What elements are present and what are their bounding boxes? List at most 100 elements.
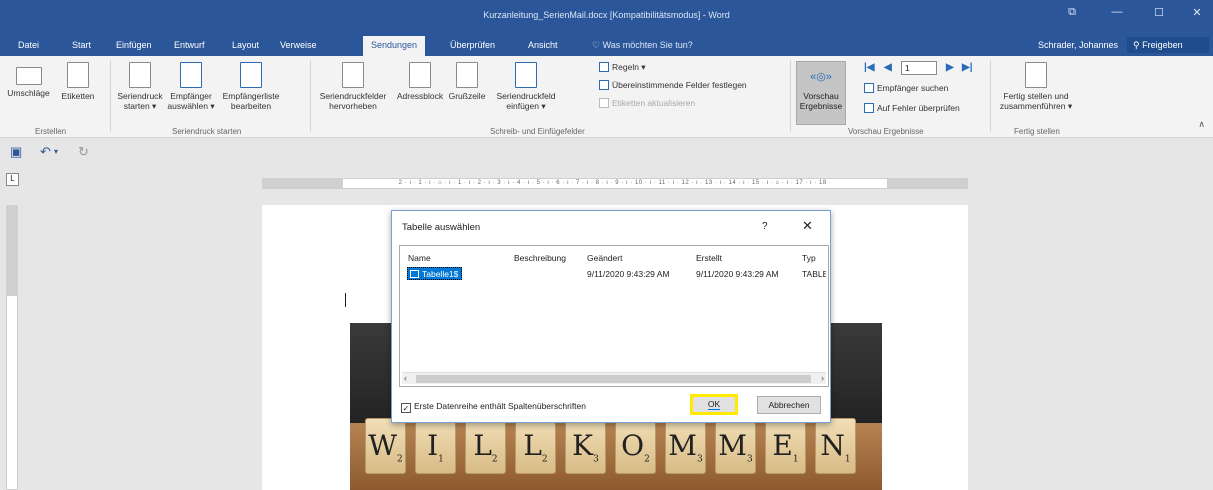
help-button[interactable]: ?	[762, 221, 768, 232]
auf-fehler-ueberpruefen-button[interactable]: Auf Fehler überprüfen	[864, 103, 960, 113]
column-header-erstellt[interactable]: Erstellt	[696, 253, 722, 263]
tab-datei[interactable]: Datei	[10, 36, 47, 56]
tile-score: 3	[696, 454, 703, 465]
collapse-ribbon-icon[interactable]: ∧	[1198, 119, 1205, 130]
vertical-ruler[interactable]	[6, 205, 18, 490]
horizontal-ruler[interactable]: 2 · ı · 1 · ı · ⌂ · ı · 1 · ı · 2 · ı · …	[262, 178, 968, 189]
next-record-icon[interactable]: ▶	[946, 62, 954, 73]
address-block-icon	[409, 62, 431, 88]
save-icon[interactable]: ▣	[10, 144, 22, 160]
table-row-selected[interactable]: Tabelle1$	[407, 267, 463, 280]
letter-tile: L2	[465, 418, 506, 474]
row-geaendert: 9/11/2020 9:43:29 AM	[587, 269, 670, 279]
undo-icon[interactable]: ↶	[40, 144, 51, 160]
etiketten-button[interactable]: Etiketten	[55, 62, 101, 101]
column-header-beschreibung[interactable]: Beschreibung	[514, 253, 566, 263]
tile-score: 1	[844, 454, 851, 465]
umschlaege-button[interactable]: Umschläge	[6, 62, 51, 98]
grusszeile-button[interactable]: Grußzeile	[446, 62, 488, 101]
tab-ueberpruefen[interactable]: Überprüfen	[442, 36, 503, 56]
group-label-seriendruck-starten: Seriendruck starten	[172, 127, 242, 136]
minimize-button[interactable]: —	[1097, 6, 1137, 18]
ruler-top-margin	[7, 206, 17, 296]
find-recipient-icon	[864, 83, 874, 93]
share-button[interactable]: ⚲ Freigeben	[1127, 37, 1209, 53]
dialog-title: Tabelle auswählen	[402, 222, 481, 233]
update-labels-icon	[599, 98, 609, 108]
greeting-line-icon	[456, 62, 478, 88]
tile-score: 2	[397, 454, 403, 465]
column-header-name[interactable]: Name	[408, 253, 431, 263]
divider	[790, 60, 791, 132]
tab-verweise[interactable]: Verweise	[272, 36, 325, 56]
regeln-button[interactable]: Regeln ▾	[599, 62, 646, 73]
column-header-typ[interactable]: Typ	[802, 253, 816, 263]
scrollbar-thumb[interactable]	[416, 375, 811, 383]
letter-tile: W2	[365, 418, 406, 474]
scroll-left-icon[interactable]: ‹	[404, 373, 407, 383]
seriendruck-starten-button[interactable]: Seriendruck starten ▾	[116, 62, 164, 111]
ribbon-tabs: Datei Start Einfügen Entwurf Layout Verw…	[0, 33, 1213, 56]
uebereinstimmende-felder-button[interactable]: Übereinstimmende Felder festlegen	[599, 80, 747, 90]
checkbox-checked-icon[interactable]: ✓	[401, 403, 411, 413]
ruler-ticks: 2 · ı · 1 · ı · ⌂ · ı · 1 · ı · 2 · ı · …	[398, 180, 832, 186]
empfaengerliste-bearbeiten-button[interactable]: Empfängerliste bearbeiten	[218, 62, 284, 111]
group-label-schreib-einfuegefelder: Schreib- und Einfügefelder	[490, 127, 585, 136]
tile-score: 1	[438, 454, 444, 465]
scroll-right-icon[interactable]: ›	[821, 373, 824, 383]
tile-score: 2	[541, 454, 548, 465]
maximize-button[interactable]: ☐	[1139, 6, 1179, 19]
ribbon-display-icon[interactable]: ⧉	[1052, 6, 1092, 19]
table-list[interactable]: Name Beschreibung Geändert Erstellt Typ …	[399, 245, 829, 387]
header-row-checkbox[interactable]: ✓ Erste Datenreihe enthält Spaltenübersch…	[401, 401, 586, 413]
ribbon: Umschläge Etiketten Erstellen Seriendruc…	[0, 56, 1213, 138]
cancel-button[interactable]: Abbrechen	[757, 396, 821, 414]
etiketten-aktualisieren-button: Etiketten aktualisieren	[599, 98, 695, 108]
last-record-icon[interactable]: ▶|	[962, 62, 973, 73]
record-number-input[interactable]: 1	[901, 61, 937, 75]
fertig-stellen-button[interactable]: Fertig stellen und zusammenführen ▾	[996, 62, 1076, 111]
first-record-icon[interactable]: |◀	[864, 62, 875, 73]
seriendruckfelder-hervorheben-button[interactable]: Seriendruckfelder hervorheben	[313, 62, 393, 111]
empfaenger-auswaehlen-button[interactable]: Empfänger auswählen ▾	[166, 62, 216, 111]
previous-record-icon[interactable]: ◀	[884, 62, 892, 73]
redo-icon[interactable]: ↻	[78, 144, 89, 160]
empfaenger-suchen-button[interactable]: Empfänger suchen	[864, 83, 948, 93]
table-icon	[410, 270, 419, 278]
highlight-fields-icon	[342, 62, 364, 88]
envelope-icon	[15, 67, 42, 85]
tab-entwurf[interactable]: Entwurf	[166, 36, 213, 56]
undo-dropdown-icon[interactable]: ▾	[54, 147, 58, 156]
tab-ansicht[interactable]: Ansicht	[520, 36, 566, 56]
divider	[310, 60, 311, 132]
match-fields-icon	[599, 80, 609, 90]
edit-list-icon	[240, 62, 262, 88]
tab-selector[interactable]: L	[6, 173, 19, 186]
tile-letter: K	[572, 429, 594, 462]
labels-icon	[67, 62, 89, 88]
tile-letter: W	[368, 429, 398, 462]
vorschau-ergebnisse-button[interactable]: «◎» Vorschau Ergebnisse	[796, 61, 846, 125]
tell-me-search[interactable]: ♡ Was möchten Sie tun?	[592, 40, 693, 51]
column-header-geaendert[interactable]: Geändert	[587, 253, 622, 263]
ok-button[interactable]: OK	[690, 394, 738, 415]
horizontal-scrollbar[interactable]: ‹ ›	[402, 372, 826, 384]
tile-score: 3	[593, 454, 599, 465]
divider	[990, 60, 991, 132]
tab-sendungen[interactable]: Sendungen	[363, 36, 426, 56]
letter-tile: L2	[515, 418, 556, 474]
tile-letter: N	[820, 429, 845, 462]
user-name[interactable]: Schrader, Johannes	[1038, 40, 1118, 50]
letter-tile: I1	[415, 418, 456, 474]
tile-letter: L	[523, 429, 542, 462]
tab-einfuegen[interactable]: Einfügen	[108, 36, 160, 56]
tile-letter: O	[621, 429, 645, 462]
dialog-close-button[interactable]: ✕	[802, 218, 813, 234]
tab-layout[interactable]: Layout	[224, 36, 267, 56]
tile-score: 2	[491, 454, 498, 465]
tab-start[interactable]: Start	[64, 36, 99, 56]
seriendruckfeld-einfuegen-button[interactable]: Seriendruckfeld einfügen ▾	[490, 62, 562, 111]
tile-letter: M	[718, 429, 747, 462]
adressblock-button[interactable]: Adressblock	[396, 62, 444, 101]
close-window-button[interactable]: ✕	[1177, 6, 1213, 19]
